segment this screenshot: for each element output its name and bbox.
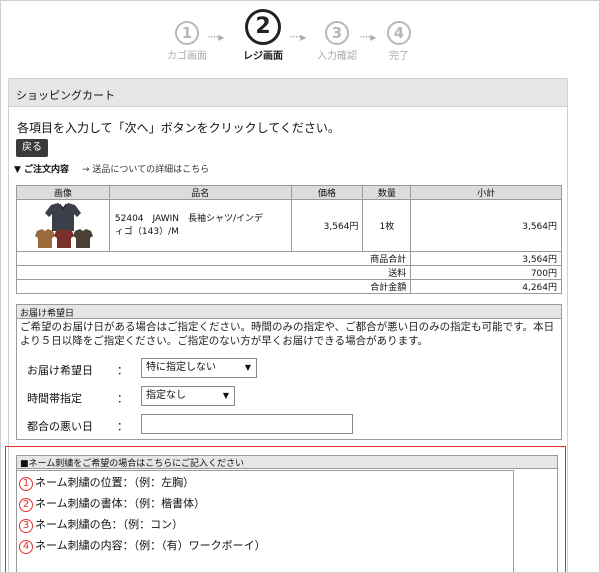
shipping-details-link[interactable]: → 送品についての詳細はこちら [82,165,209,175]
circled-number: 3 [19,519,33,533]
embroidery-section: ■ネーム刺繍をご希望の場合はこちらにご記入ください 1 ネーム刺繍の位置：（例：左… [16,455,558,572]
product-price: 3,564円 [290,199,364,252]
product-name-line: 52404 JAWIN 長袖シャツ/インデ [114,213,264,224]
unavailable-date-input[interactable] [141,414,353,434]
delivery-date-select[interactable]: 特に指定しない ▼ [141,358,257,378]
delivery-date-value: 特に指定しない [146,362,216,373]
cart-table: 画像 品名 価格 数量 小計 52404 JAWIN 長袖シャツ/インデ ィゴ（… [15,185,562,294]
order-contents-row: ▼ ご注文内容 → 送品についての詳細はこちら [14,162,209,175]
col-header-qty: 数量 [362,185,412,200]
table-row: 52404 JAWIN 長袖シャツ/インデ ィゴ（143）/M 3,564円 1… [16,199,562,252]
step-number: 1 [175,21,199,45]
product-name-line: ィゴ（143）/M [114,226,179,237]
chevron-down-icon: ▼ [222,391,229,400]
time-slot-value: 指定なし [146,390,186,401]
delivery-date-label: お届け希望日 [27,364,93,377]
product-name-cell: 52404 JAWIN 長袖シャツ/インデ ィゴ（143）/M [108,199,292,252]
col-header-name: 品名 [108,185,292,200]
step-label: カゴ画面 [167,51,207,62]
summary-value: 3,564円 [410,251,562,266]
time-slot-row: 時間帯指定 ： [27,390,128,406]
col-header-image: 画像 [16,185,110,200]
embroidery-line-text: ネーム刺繍の位置：（例：左胸） [35,476,195,489]
shirt-image [34,202,93,248]
step-arrow: ····▸ [289,30,306,44]
step-arrow: ····▸ [359,30,376,44]
circled-number: 2 [19,498,33,512]
step-cart: 1 カゴ画面 [167,7,207,62]
delivery-note: ご希望のお届け日がある場合はご指定ください。時間のみの指定や、ご都合が悪い日のみ… [20,321,555,347]
product-image-cell [16,199,110,252]
time-slot-select[interactable]: 指定なし ▼ [141,386,235,406]
embroidery-line-text: ネーム刺繍の色：（例：コン） [35,518,184,531]
summary-row: 合計金額 4,264円 [15,279,562,294]
embroidery-textarea[interactable]: 1 ネーム刺繍の位置：（例：左胸） 2 ネーム刺繍の書体：（例：楷書体） 3 ネーム刺… [17,470,514,572]
step-label: 完了 [389,51,409,62]
embroidery-line-position: 1 ネーム刺繍の位置：（例：左胸） [19,474,194,491]
unavailable-date-row: 都合の悪い日 ： [27,418,128,434]
step-register: 2 レジ画面 [243,7,283,62]
product-thumbnail[interactable] [31,201,95,251]
embroidery-highlight: ■ネーム刺繍をご希望の場合はこちらにご記入ください 1 ネーム刺繍の位置：（例：左… [5,446,566,572]
summary-label: 合計金額 [15,279,412,294]
time-slot-label: 時間帯指定 [27,392,82,405]
unavailable-date-label: 都合の悪い日 [27,420,93,433]
delivery-section-title: お届け希望日 [17,305,561,319]
summary-value: 700円 [410,265,562,280]
col-header-subtotal: 小計 [410,185,562,200]
step-confirm: 3 入力確認 [317,7,357,62]
summary-label: 商品合計 [15,251,412,266]
circled-number: 1 [19,477,33,491]
summary-value: 4,264円 [410,279,562,294]
col-header-price: 価格 [290,185,364,200]
checkout-steps: 1 カゴ画面 ····▸ 2 レジ画面 ····▸ 3 入力確認 ····▸ 4… [1,7,599,69]
step-arrow: ····▸ [207,30,224,44]
summary-row: 商品合計 3,564円 [15,251,562,266]
embroidery-line-content: 4 ネーム刺繍の内容：（例：（有）ワークボーイ） [19,537,266,554]
step-complete: 4 完了 [387,7,411,62]
cart-header-row: 画像 品名 価格 数量 小計 [16,185,562,200]
embroidery-line-color: 3 ネーム刺繍の色：（例：コン） [19,516,183,533]
step-number: 3 [325,21,349,45]
summary-row: 送料 700円 [15,265,562,280]
chevron-down-icon: ▼ [244,363,251,372]
step-number: 2 [245,9,281,45]
page-frame: 1 カゴ画面 ····▸ 2 レジ画面 ····▸ 3 入力確認 ····▸ 4… [0,0,600,573]
colon: ： [117,364,128,377]
delivery-date-row: お届け希望日 ： [27,362,128,378]
circled-number: 4 [19,540,33,554]
product-qty: 1枚 [362,199,412,252]
embroidery-line-text: ネーム刺繍の書体：（例：楷書体） [35,497,206,510]
delivery-date-section: お届け希望日 ご希望のお届け日がある場合はご指定ください。時間のみの指定や、ご都… [16,304,562,440]
panel-title: ショッピングカート [9,79,567,107]
step-label: 入力確認 [317,51,357,62]
step-label: レジ画面 [243,51,283,62]
embroidery-line-font: 2 ネーム刺繍の書体：（例：楷書体） [19,495,205,512]
product-subtotal: 3,564円 [410,199,562,252]
summary-label: 送料 [15,265,412,280]
colon: ： [117,420,128,433]
embroidery-title: ■ネーム刺繍をご希望の場合はこちらにご記入ください [17,456,557,469]
step-number: 4 [387,21,411,45]
instruction-text: 各項目を入力して「次へ」ボタンをクリックしてください。 [17,121,340,135]
colon: ： [117,392,128,405]
order-contents-heading: ▼ ご注文内容 [14,165,70,175]
embroidery-line-text: ネーム刺繍の内容：（例：（有）ワークボーイ） [35,539,266,552]
back-button[interactable]: 戻る [16,139,48,157]
